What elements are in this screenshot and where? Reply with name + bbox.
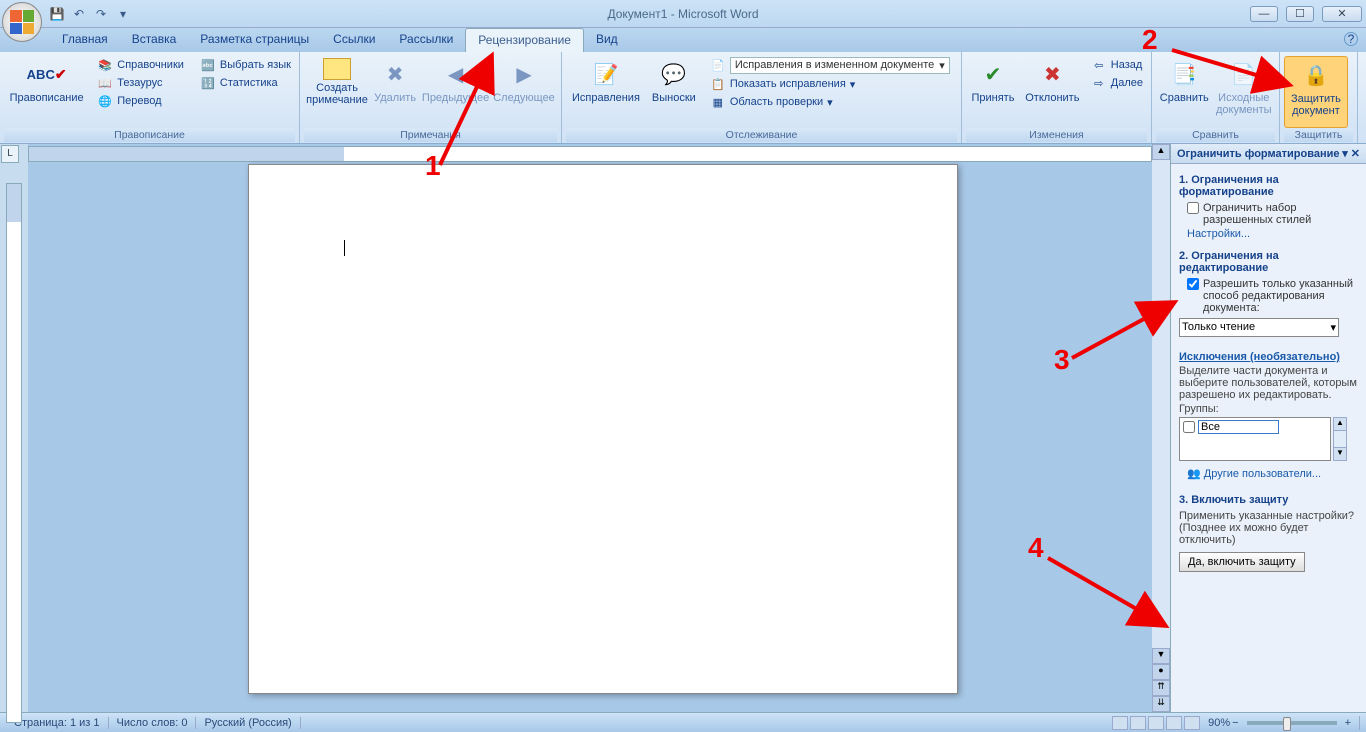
- annotation-arrows: [0, 0, 1366, 732]
